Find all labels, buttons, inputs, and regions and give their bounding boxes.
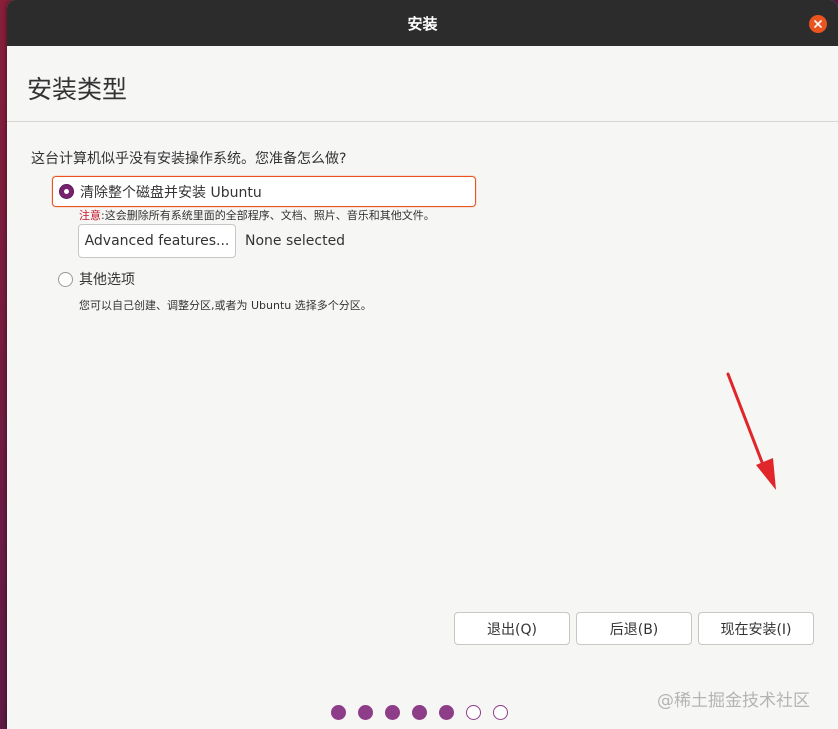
page-title: 安装类型 bbox=[27, 75, 128, 104]
advanced-features-button[interactable]: Advanced features... bbox=[78, 224, 236, 258]
progress-dot-complete bbox=[412, 705, 427, 720]
progress-dot-complete bbox=[439, 705, 454, 720]
close-icon bbox=[814, 20, 822, 28]
installer-window: 安装 安装类型 这台计算机似乎没有安装操作系统。您准备怎么做? 清除整个磁盘并安… bbox=[7, 0, 838, 729]
page-header: 安装类型 bbox=[7, 46, 838, 122]
annotation-arrow-icon bbox=[726, 372, 776, 490]
back-button[interactable]: 后退(B) bbox=[576, 612, 692, 645]
progress-dot-complete bbox=[331, 705, 346, 720]
window-title: 安装 bbox=[407, 14, 438, 33]
title-bar: 安装 bbox=[7, 0, 838, 46]
radio-unselected-icon[interactable] bbox=[58, 271, 73, 287]
watermark: @稀土掘金技术社区 bbox=[657, 691, 810, 711]
close-button[interactable] bbox=[809, 15, 827, 33]
quit-button[interactable]: 退出(Q) bbox=[454, 612, 570, 645]
option-erase-disk[interactable]: 清除整个磁盘并安装 Ubuntu bbox=[52, 176, 476, 207]
option-other-label: 其他选项 bbox=[79, 272, 135, 288]
progress-dot-pending bbox=[493, 705, 508, 720]
radio-selected-icon[interactable] bbox=[59, 184, 74, 199]
advanced-status: None selected bbox=[245, 233, 346, 249]
install-now-button[interactable]: 现在安装(I) bbox=[698, 612, 814, 645]
warning-text: :这会删除所有系统里面的全部程序、文档、照片、音乐和其他文件。 bbox=[101, 209, 435, 222]
progress-dot-pending bbox=[466, 705, 481, 720]
main-content: 这台计算机似乎没有安装操作系统。您准备怎么做? 清除整个磁盘并安装 Ubuntu… bbox=[7, 123, 838, 729]
erase-warning: 注意:这会删除所有系统里面的全部程序、文档、照片、音乐和其他文件。 bbox=[79, 207, 435, 223]
install-question: 这台计算机似乎没有安装操作系统。您准备怎么做? bbox=[31, 151, 347, 167]
warning-label: 注意 bbox=[79, 209, 101, 222]
progress-dot-complete bbox=[358, 705, 373, 720]
option-something-else[interactable]: 其他选项 bbox=[58, 268, 135, 290]
option-erase-label: 清除整个磁盘并安装 Ubuntu bbox=[80, 184, 262, 201]
step-progress-dots bbox=[331, 705, 508, 720]
progress-dot-complete bbox=[385, 705, 400, 720]
option-other-description: 您可以自己创建、调整分区,或者为 Ubuntu 选择多个分区。 bbox=[79, 299, 372, 312]
